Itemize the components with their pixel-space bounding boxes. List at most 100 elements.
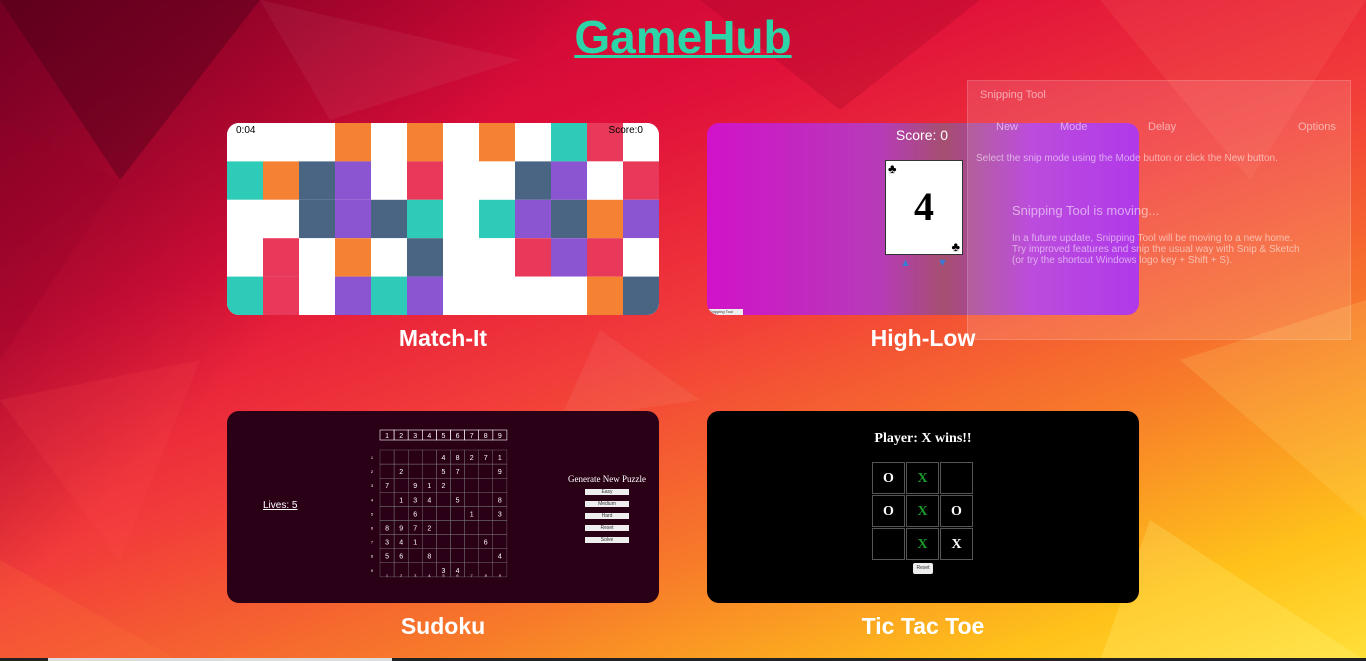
- sudoku-cell[interactable]: [464, 492, 479, 507]
- ttt-cell[interactable]: O: [872, 462, 905, 494]
- match-tile[interactable]: [371, 123, 407, 162]
- match-tile[interactable]: [623, 276, 659, 315]
- tic-tac-toe-caption[interactable]: Tic Tac Toe: [707, 613, 1139, 640]
- sudoku-cell[interactable]: [436, 506, 451, 521]
- match-it-caption[interactable]: Match-It: [227, 325, 659, 352]
- match-tile[interactable]: [587, 276, 623, 315]
- match-tile[interactable]: [443, 276, 479, 315]
- sudoku-cell[interactable]: [393, 477, 409, 493]
- ttt-cell[interactable]: [940, 462, 973, 494]
- match-it-preview[interactable]: 0:04 Score:0: [227, 123, 659, 315]
- ttt-cell[interactable]: O: [872, 495, 905, 527]
- sudoku-cell[interactable]: [407, 449, 423, 465]
- match-tile[interactable]: [587, 238, 623, 277]
- match-tile[interactable]: [371, 276, 407, 315]
- match-tile[interactable]: [299, 161, 335, 200]
- sudoku-cell[interactable]: [464, 477, 479, 493]
- sudoku-cell[interactable]: [422, 534, 437, 549]
- match-tile[interactable]: [335, 276, 371, 315]
- ttt-cell[interactable]: [872, 528, 905, 560]
- sudoku-cell[interactable]: [478, 506, 493, 521]
- match-tile[interactable]: [299, 276, 335, 315]
- match-tile[interactable]: [335, 161, 371, 200]
- sudoku-cell[interactable]: [450, 520, 465, 535]
- sudoku-cell[interactable]: [464, 548, 479, 563]
- sudoku-caption[interactable]: Sudoku: [227, 613, 659, 640]
- match-tile[interactable]: [263, 238, 299, 277]
- match-tile[interactable]: [299, 199, 335, 239]
- match-tile[interactable]: [407, 238, 443, 277]
- ttt-cell[interactable]: X: [940, 528, 973, 560]
- match-tile[interactable]: [299, 238, 335, 277]
- match-tile[interactable]: [263, 123, 299, 162]
- match-tile[interactable]: [407, 276, 443, 315]
- solve-button[interactable]: Solve: [585, 537, 629, 543]
- match-tile[interactable]: [551, 161, 587, 200]
- match-tile[interactable]: [551, 199, 587, 239]
- hard-button[interactable]: Hard: [585, 513, 629, 519]
- sudoku-cell[interactable]: [450, 548, 465, 563]
- match-tile[interactable]: [335, 123, 371, 162]
- sudoku-header-number[interactable]: 5: [441, 433, 445, 440]
- sudoku-cell[interactable]: [436, 492, 451, 507]
- sudoku-header-number[interactable]: 3: [413, 433, 417, 440]
- lower-arrow-icon[interactable]: ▼: [937, 257, 948, 269]
- sudoku-header-number[interactable]: 9: [498, 433, 502, 440]
- match-tile[interactable]: [515, 161, 551, 200]
- match-tile[interactable]: [443, 161, 479, 200]
- sudoku-cell[interactable]: [379, 492, 395, 507]
- ttt-cell[interactable]: O: [940, 495, 973, 527]
- match-tile[interactable]: [515, 276, 551, 315]
- site-title[interactable]: GameHub: [0, 10, 1366, 64]
- sudoku-header-number[interactable]: 2: [399, 433, 403, 440]
- match-tile[interactable]: [623, 161, 659, 200]
- sudoku-header-number[interactable]: 6: [456, 433, 460, 440]
- sudoku-cell[interactable]: [478, 492, 493, 507]
- sudoku-cell[interactable]: [379, 463, 395, 479]
- tic-tac-toe-preview[interactable]: Player: X wins!! OXOXOXX Reset: [707, 411, 1139, 603]
- match-tile[interactable]: [551, 123, 587, 162]
- ttt-cell[interactable]: X: [906, 462, 939, 494]
- match-tile[interactable]: [227, 199, 263, 239]
- sudoku-preview[interactable]: Lives: 5 1122334455667788991234567894827…: [227, 411, 659, 603]
- match-tile[interactable]: [443, 199, 479, 239]
- sudoku-cell[interactable]: [379, 449, 395, 465]
- match-tile[interactable]: [551, 276, 587, 315]
- match-tile[interactable]: [479, 238, 515, 277]
- sudoku-cell[interactable]: [393, 449, 409, 465]
- ttt-cell[interactable]: X: [906, 528, 939, 560]
- sudoku-cell[interactable]: [436, 520, 451, 535]
- ttt-cell[interactable]: X: [906, 495, 939, 527]
- match-tile[interactable]: [479, 276, 515, 315]
- match-tile[interactable]: [407, 161, 443, 200]
- match-tile[interactable]: [335, 199, 371, 239]
- match-tile[interactable]: [371, 199, 407, 239]
- match-tile[interactable]: [479, 123, 515, 162]
- sudoku-cell[interactable]: [407, 463, 423, 479]
- match-tile[interactable]: [623, 199, 659, 239]
- higher-arrow-icon[interactable]: ▲: [900, 257, 911, 269]
- sudoku-cell[interactable]: [422, 506, 437, 521]
- match-tile[interactable]: [479, 199, 515, 239]
- sudoku-cell[interactable]: [436, 534, 451, 549]
- match-tile[interactable]: [335, 238, 371, 277]
- ttt-reset-button[interactable]: Reset: [913, 563, 933, 574]
- match-tile[interactable]: [551, 238, 587, 277]
- match-tile[interactable]: [407, 123, 443, 162]
- match-tile[interactable]: [371, 161, 407, 200]
- match-tile[interactable]: [515, 199, 551, 239]
- sudoku-cell[interactable]: [450, 534, 465, 549]
- match-tile[interactable]: [227, 161, 263, 200]
- match-tile[interactable]: [479, 161, 515, 200]
- sudoku-cell[interactable]: [478, 463, 493, 479]
- match-tile[interactable]: [587, 199, 623, 239]
- sudoku-header-number[interactable]: 1: [385, 433, 389, 440]
- sudoku-cell[interactable]: [478, 520, 493, 535]
- match-tile[interactable]: [371, 238, 407, 277]
- sudoku-cell[interactable]: [450, 506, 465, 521]
- sudoku-cell[interactable]: [492, 520, 508, 535]
- match-tile[interactable]: [263, 199, 299, 239]
- sudoku-cell[interactable]: [492, 477, 508, 493]
- match-tile[interactable]: [443, 238, 479, 277]
- sudoku-header-number[interactable]: 4: [427, 433, 431, 440]
